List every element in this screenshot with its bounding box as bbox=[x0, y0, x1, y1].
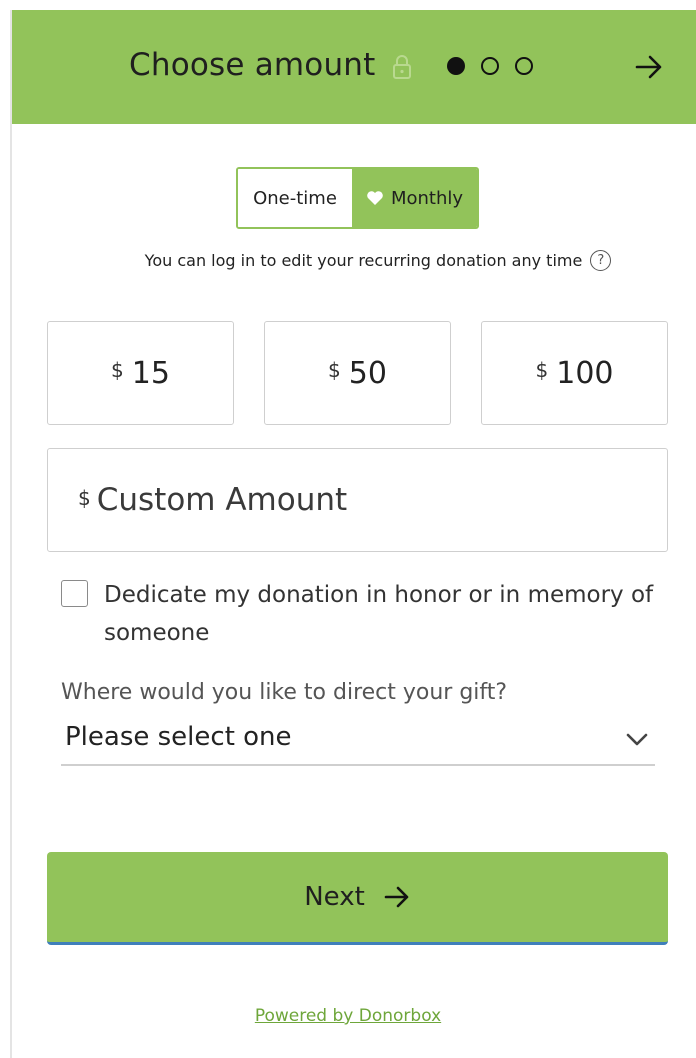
amount-option-15[interactable]: $ 15 bbox=[47, 321, 234, 425]
amount-value: 15 bbox=[131, 355, 170, 391]
step-title: Choose amount bbox=[129, 47, 376, 83]
recurring-note: You can log in to edit your recurring do… bbox=[0, 250, 696, 271]
arrow-right-icon[interactable] bbox=[634, 52, 664, 82]
currency-symbol: $ bbox=[78, 486, 91, 510]
frequency-toggle: One-time Monthly bbox=[236, 167, 479, 229]
currency-symbol: $ bbox=[111, 358, 124, 382]
lock-icon bbox=[393, 55, 411, 79]
recurring-note-text: You can log in to edit your recurring do… bbox=[144, 251, 583, 270]
monthly-option[interactable]: Monthly bbox=[352, 169, 477, 227]
dedicate-label[interactable]: Dedicate my donation in honor or in memo… bbox=[104, 576, 664, 652]
help-icon[interactable]: ? bbox=[590, 250, 612, 271]
dedicate-checkbox[interactable] bbox=[61, 580, 88, 607]
direct-gift-selected-value: Please select one bbox=[65, 722, 292, 752]
donation-form: Choose amount One-time Monthly You can l… bbox=[0, 0, 696, 1058]
amount-value: 100 bbox=[556, 355, 614, 391]
custom-amount-input[interactable]: $ Custom Amount bbox=[47, 448, 668, 552]
currency-symbol: $ bbox=[535, 358, 549, 382]
heart-icon bbox=[367, 191, 383, 205]
amount-option-50[interactable]: $ 50 bbox=[264, 321, 451, 425]
monthly-label: Monthly bbox=[390, 187, 464, 209]
amount-value: 50 bbox=[348, 355, 387, 391]
direct-gift-label: Where would you like to direct your gift… bbox=[61, 680, 508, 705]
currency-symbol: $ bbox=[328, 358, 341, 382]
custom-amount-placeholder: Custom Amount bbox=[96, 482, 348, 518]
powered-by: Powered by Donorbox bbox=[0, 1006, 696, 1026]
direct-gift-select[interactable]: Please select one bbox=[61, 718, 655, 766]
step-indicator-1 bbox=[447, 57, 465, 75]
step-indicator-2 bbox=[481, 57, 499, 75]
powered-by-link[interactable]: Powered by Donorbox bbox=[255, 1006, 441, 1026]
amount-option-100[interactable]: $ 100 bbox=[481, 321, 668, 425]
step-indicator-3 bbox=[515, 57, 533, 75]
form-header: Choose amount bbox=[12, 10, 696, 124]
next-button-label: Next bbox=[304, 882, 365, 912]
form-border bbox=[10, 10, 12, 1058]
one-time-option[interactable]: One-time bbox=[238, 169, 352, 227]
chevron-down-icon bbox=[626, 733, 648, 746]
next-button[interactable]: Next bbox=[47, 852, 668, 945]
arrow-right-icon bbox=[384, 886, 409, 908]
